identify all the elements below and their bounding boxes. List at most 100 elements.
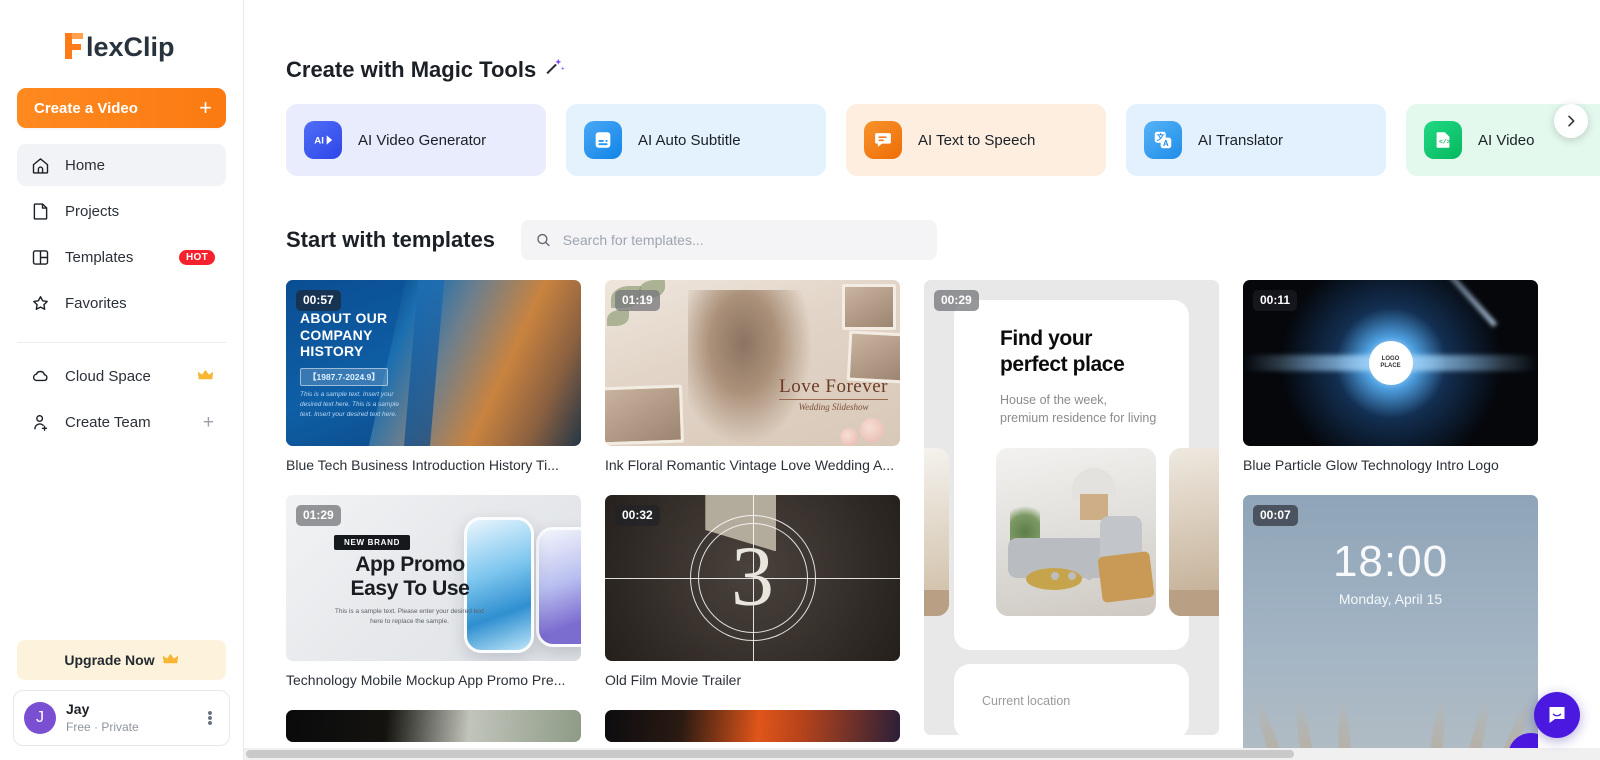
svg-text:A: A [1163,139,1169,148]
thumb-logo-placeholder: LOGO PLACE [1368,341,1413,385]
crown-icon [197,368,214,384]
search-icon [537,233,550,247]
thumbnail-art [605,710,900,742]
plus-icon[interactable]: + [203,413,214,432]
user-plan: Free · Private [66,719,139,734]
template-card[interactable]: 3 00:32 Old Film Movie Trailer [605,495,900,688]
templates-grid: ABOUT OUR COMPANY HISTORY 【1987.7-2024.9】 … [286,280,1600,760]
cloud-icon [29,365,51,387]
duration-badge: 00:32 [615,505,660,526]
thumb-body: This is a sample text. Insert your desir… [300,391,399,418]
duration-badge: 01:29 [296,505,341,526]
template-card[interactable]: ABOUT OUR COMPANY HISTORY 【1987.7-2024.9】 … [286,280,581,473]
magic-tool-label: AI Video [1478,131,1535,149]
svg-text:AI: AI [314,136,324,147]
thumb-title: Love Forever [779,376,888,397]
template-thumbnail[interactable] [605,710,900,742]
status-badge-hot: HOT [178,249,215,265]
room-photo-left [924,448,949,616]
templates-column-3: Find your perfect place House of the week… [924,280,1219,757]
template-thumbnail[interactable] [286,710,581,742]
duration-badge: 00:07 [1253,505,1298,526]
templates-heading-row: Start with templates [286,220,1600,260]
template-card[interactable] [605,710,900,742]
template-caption: Blue Particle Glow Technology Intro Logo [1243,457,1499,473]
search-input[interactable] [562,232,924,248]
horizontal-scrollbar[interactable] [244,748,1600,760]
template-thumbnail[interactable]: Find your perfect place House of the week… [924,280,1219,735]
upgrade-now-button[interactable]: Upgrade Now [17,640,226,680]
template-caption: Ink Floral Romantic Vintage Love Wedding… [605,457,894,473]
star-icon [29,292,51,314]
magic-tool-ai-text-to-speech[interactable]: AI Text to Speech [846,104,1106,176]
sidebar-item-cloud-space-label: Cloud Space [65,367,151,385]
user-plus-icon [29,411,51,433]
scrollbar-thumb[interactable] [246,750,1294,758]
templates-column-2: Love Forever Wedding Slideshow 01:19 Ink… [605,280,900,760]
thumb-footer: Current location [982,694,1071,708]
thumb-time: 18:00 [1332,537,1449,586]
user-name: Jay [66,701,90,718]
magic-tool-label: AI Video Generator [358,131,487,149]
thumb-body: This is a sample text. Please enter your… [334,608,485,626]
magic-tool-ai-auto-subtitle[interactable]: AI Auto Subtitle [566,104,826,176]
user-account-card[interactable]: J Jay Free · Private • • • [13,690,230,746]
avatar: J [24,702,56,734]
thumb-body: House of the week, premium residence for… [1000,392,1156,428]
magic-tools-title: Create with Magic Tools [286,57,537,82]
subtitle-icon [584,121,622,159]
sidebar-item-home-label: Home [65,156,106,174]
kebab-icon[interactable]: • • • [201,706,219,731]
thumb-sub1: House of the week, [1000,393,1108,407]
create-a-video-button[interactable]: Create a Video + [17,88,226,128]
svg-text:lexClip: lexClip [86,32,175,62]
sidebar-item-projects-label: Projects [65,202,120,220]
template-thumbnail[interactable]: 3 00:32 [605,495,900,661]
room-photo-right [1169,448,1219,616]
template-card[interactable]: LOGO PLACE 00:11 Blue Particle Glow Techn… [1243,280,1538,473]
brand-logo[interactable]: lexClip [0,0,243,80]
template-thumbnail[interactable]: LOGO PLACE 00:11 [1243,280,1538,446]
chat-launcher-button[interactable] [1534,692,1580,738]
template-thumbnail[interactable]: ABOUT OUR COMPANY HISTORY 【1987.7-2024.9】 … [286,280,581,446]
sidebar-item-cloud-space[interactable]: Cloud Space [17,355,226,397]
template-card[interactable]: NEW BRAND App Promo Easy To Use This is a… [286,495,581,688]
location-card: Current location [954,664,1189,735]
chevron-right-icon [1568,115,1575,127]
thumb-date: Monday, April 15 [1338,591,1443,607]
template-thumbnail[interactable]: Love Forever Wedding Slideshow 01:19 [605,280,900,446]
sidebar-item-projects[interactable]: Projects [17,190,226,232]
chat-bubble-icon [1549,707,1565,723]
template-card[interactable]: 18:00 Monday, April 15 00:07 [1243,495,1538,760]
crown-icon [162,652,179,669]
duration-badge: 00:57 [296,290,341,311]
svg-text:</>: </> [1439,139,1451,146]
carousel-next-button[interactable] [1554,104,1588,138]
template-thumbnail[interactable]: NEW BRAND App Promo Easy To Use This is a… [286,495,581,661]
sidebar-item-home[interactable]: Home [17,144,226,186]
phone-mockup-back [536,527,581,647]
magic-tool-ai-translator[interactable]: 文 A AI Translator [1126,104,1386,176]
sidebar-item-favorites[interactable]: Favorites [17,282,226,324]
template-card[interactable]: Find your perfect place House of the week… [924,280,1219,735]
template-card[interactable] [286,710,581,742]
room-photo-main [996,448,1156,616]
create-a-video-label: Create a Video [34,99,138,117]
template-thumbnail[interactable]: 18:00 Monday, April 15 00:07 [1243,495,1538,760]
magic-tool-label: AI Text to Speech [918,131,1036,149]
magic-tool-label: AI Auto Subtitle [638,131,741,149]
magic-wand-icon [544,56,566,84]
template-card[interactable]: Love Forever Wedding Slideshow 01:19 Ink… [605,280,900,473]
thumbnail-art: Find your perfect place House of the week… [924,280,1219,735]
sidebar-item-templates[interactable]: Templates HOT [17,236,226,278]
magic-tool-ai-video-generator[interactable]: AI AI Video Generator [286,104,546,176]
template-search-box[interactable] [521,220,938,260]
magic-tool-label: AI Translator [1198,131,1284,149]
carousel-dots [924,572,1219,580]
sidebar-item-templates-label: Templates [65,248,134,266]
sidebar-item-create-team[interactable]: Create Team + [17,401,226,443]
magic-tools-carousel: AI AI Video Generator AI Auto Subtitle A… [286,104,1600,176]
duration-badge: 00:11 [1253,290,1298,311]
translate-icon: 文 A [1144,121,1182,159]
